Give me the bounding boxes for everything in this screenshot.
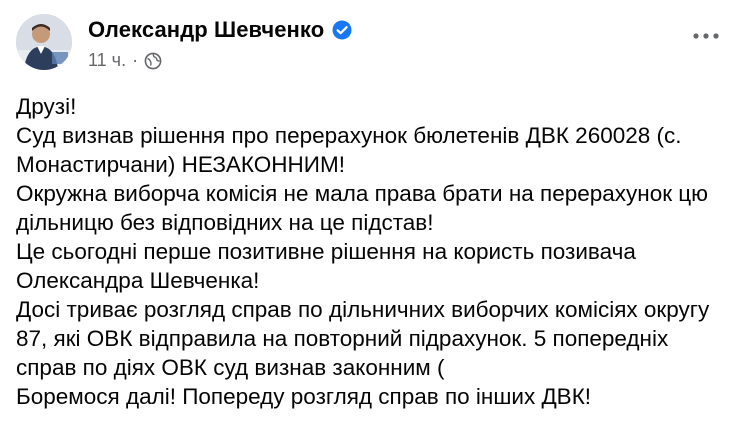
post-line: Суд визнав рішення про перерахунок бюлет… (16, 123, 682, 148)
author-name[interactable]: Олександр Шевченко (88, 17, 324, 43)
post-body: Друзі! Суд визнав рішення про перерахуно… (16, 92, 728, 411)
post-line: справ по діях ОВК суд визнав законним ( (16, 355, 445, 380)
avatar[interactable] (16, 14, 72, 70)
post-line: Досі триває розгляд справ по дільничних … (16, 297, 710, 322)
post-line: Монастирчани) НЕЗАКОННИМ! (16, 152, 345, 177)
post-line: Олександра Шевченка! (16, 268, 260, 293)
verified-badge-icon (332, 20, 352, 40)
author-row: Олександр Шевченко (88, 16, 352, 44)
post-line: Це сьогодні перше позитивне рішення на к… (16, 239, 636, 264)
post-meta: 11 ч. · (88, 50, 162, 71)
facebook-post: Олександр Шевченко 11 ч. · Друзі! Суд ви… (0, 0, 740, 424)
post-line: дільницю без відповідних на це підстав! (16, 210, 434, 235)
post-line: 87, які ОВК відправила на повторний підр… (16, 326, 669, 351)
more-options-button[interactable] (688, 24, 724, 48)
post-header: Олександр Шевченко 11 ч. · (16, 12, 724, 74)
post-line: Окружна виборча комісія не мала права бр… (16, 181, 709, 206)
post-line: Друзі! (16, 94, 77, 119)
post-line: Боремося далі! Попереду розгляд справ по… (16, 384, 592, 409)
meta-separator: · (132, 50, 139, 70)
post-timestamp[interactable]: 11 ч. (88, 50, 126, 71)
more-options-icon (693, 33, 719, 39)
globe-icon[interactable] (144, 52, 162, 70)
